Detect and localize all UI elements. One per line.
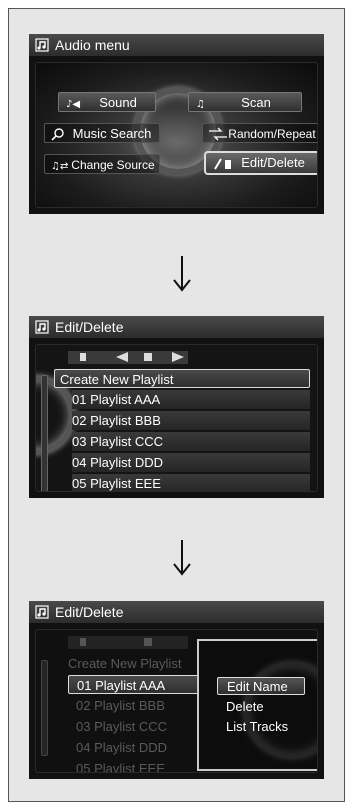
list-background: Create New Playlist 01 Playlist AAA 02 P… xyxy=(35,344,318,492)
list-background: Create New Playlist 01 Playlist AAA 02 P… xyxy=(35,629,318,773)
scan-button[interactable]: ♫ Scan xyxy=(188,92,302,112)
change-source-label: Change Source xyxy=(71,158,155,172)
list-item-selected[interactable]: 01 Playlist AAA xyxy=(68,675,200,694)
option-label: Edit Name xyxy=(227,679,288,694)
edit-delete-options-screen: Edit/Delete Create New Playlist 01 Playl… xyxy=(29,601,324,779)
list-item[interactable]: 04 Playlist DDD xyxy=(72,453,310,472)
music-note-icon xyxy=(35,605,49,619)
row-label: 02 Playlist BBB xyxy=(72,413,161,428)
edit-delete-screen: Edit/Delete Create New Playlist 01 Playl… xyxy=(29,316,324,498)
down-arrow-icon xyxy=(173,540,191,576)
tab-icons xyxy=(68,351,188,364)
tab-strip xyxy=(68,634,208,650)
sound-button[interactable]: ♪◀ Sound xyxy=(58,92,156,112)
option-label: List Tracks xyxy=(226,719,289,734)
screen-title: Edit/Delete xyxy=(55,604,124,620)
edit-name-option[interactable]: Edit Name xyxy=(217,677,305,695)
scrollbar[interactable] xyxy=(41,660,48,756)
row-label: 04 Playlist DDD xyxy=(76,740,168,755)
row-label: 02 Playlist BBB xyxy=(76,698,165,713)
row-label: 01 Playlist AAA xyxy=(77,678,166,693)
down-arrow-icon xyxy=(173,256,191,292)
tab-icons xyxy=(68,636,188,649)
scrollbar[interactable] xyxy=(41,375,48,491)
tab-strip xyxy=(68,349,208,365)
random-repeat-label: Random/Repeat xyxy=(228,127,316,141)
change-source-button[interactable]: ♫⇄ Change Source xyxy=(44,154,160,174)
edit-delete-button[interactable]: Edit/Delete xyxy=(204,151,317,175)
screen-title: Edit/Delete xyxy=(55,319,124,335)
audio-menu-screen: Audio menu ♪◀ Sound ♫ Scan Music Search … xyxy=(29,34,324,214)
row-label: 03 Playlist CCC xyxy=(72,434,164,449)
row-label: Create New Playlist xyxy=(60,372,174,387)
scan-label: Scan xyxy=(241,95,271,110)
row-label: 04 Playlist DDD xyxy=(72,455,164,470)
screen-title: Audio menu xyxy=(55,37,130,53)
create-new-playlist-row[interactable]: Create New Playlist xyxy=(54,369,310,388)
row-label: 03 Playlist CCC xyxy=(76,719,168,734)
list-tracks-option[interactable]: List Tracks xyxy=(217,718,305,736)
title-bar: Edit/Delete xyxy=(29,601,324,623)
music-search-button[interactable]: Music Search xyxy=(44,123,160,143)
option-label: Delete xyxy=(226,699,264,714)
sound-label: Sound xyxy=(99,95,137,110)
list-item[interactable]: 02 Playlist BBB xyxy=(72,411,310,430)
random-repeat-button[interactable]: Random/Repeat xyxy=(202,123,317,143)
title-bar: Edit/Delete xyxy=(29,316,324,338)
music-search-label: Music Search xyxy=(72,126,152,141)
music-note-icon xyxy=(35,38,49,52)
menu-background: ♪◀ Sound ♫ Scan Music Search Random/Repe… xyxy=(35,62,318,208)
delete-option[interactable]: Delete xyxy=(217,698,305,716)
row-label: Create New Playlist xyxy=(68,656,182,671)
list-item[interactable]: 05 Playlist EEE xyxy=(72,474,310,491)
row-label: 05 Playlist EEE xyxy=(76,761,165,773)
music-note-icon xyxy=(35,320,49,334)
title-bar: Audio menu xyxy=(29,34,324,56)
edit-delete-label: Edit/Delete xyxy=(241,155,305,170)
list-item[interactable]: 03 Playlist CCC xyxy=(72,432,310,451)
create-new-playlist-row[interactable]: Create New Playlist xyxy=(68,654,218,673)
list-item[interactable]: 01 Playlist AAA xyxy=(72,390,310,409)
row-label: 01 Playlist AAA xyxy=(72,392,161,407)
row-label: 05 Playlist EEE xyxy=(72,476,161,491)
options-popup: Edit Name Delete List Tracks xyxy=(197,639,317,771)
